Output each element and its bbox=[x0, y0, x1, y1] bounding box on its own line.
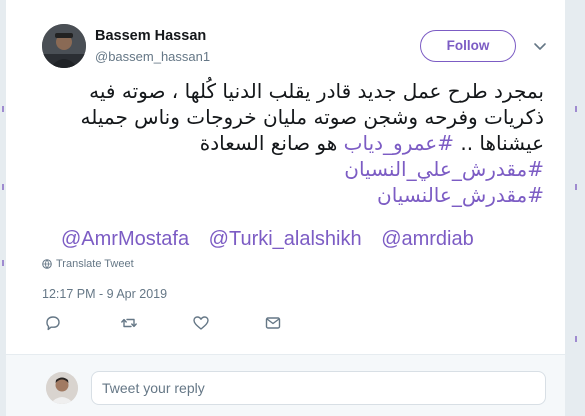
tweet-text-fragment: عيشناها .. bbox=[460, 131, 544, 155]
reply-icon[interactable] bbox=[44, 314, 62, 332]
backdrop-mark bbox=[2, 106, 4, 112]
translate-tweet[interactable]: Translate Tweet bbox=[42, 258, 134, 270]
globe-icon bbox=[42, 259, 52, 269]
hashtag-link[interactable]: #مقدرش_علي_النسيان bbox=[26, 156, 544, 182]
translate-label: Translate Tweet bbox=[56, 258, 134, 270]
tweet-text-fragment: هو صانع السعادة bbox=[199, 131, 338, 155]
user-avatar-icon bbox=[42, 24, 86, 68]
reply-input[interactable] bbox=[91, 371, 546, 405]
chevron-down-icon[interactable] bbox=[532, 38, 548, 54]
right-backdrop bbox=[565, 0, 585, 416]
retweet-icon[interactable] bbox=[120, 314, 138, 332]
message-icon[interactable] bbox=[264, 314, 282, 332]
tweet-text-line: ذكريات وفرحه وشجن صوته مليان خروجات وناس… bbox=[80, 105, 544, 129]
tweet-timestamp[interactable]: 12:17 PM - 9 Apr 2019 bbox=[42, 287, 167, 301]
mention-link[interactable]: @Turki_alalshikh bbox=[209, 228, 362, 250]
author-avatar[interactable] bbox=[42, 24, 86, 68]
tweet-card: Bassem Hassan @bassem_hassan1 Follow بمج… bbox=[6, 0, 565, 416]
author-name[interactable]: Bassem Hassan bbox=[95, 28, 206, 44]
backdrop-mark bbox=[575, 336, 577, 342]
hashtag-link[interactable]: #مقدرش_عالنسيان bbox=[26, 182, 544, 208]
backdrop-mark bbox=[575, 106, 577, 112]
backdrop-mark bbox=[2, 260, 4, 266]
mentions-line: @AmrMostafa @Turki_alalshikh @amrdiab bbox=[61, 228, 488, 251]
current-user-avatar[interactable] bbox=[46, 372, 78, 404]
mention-link[interactable]: @amrdiab bbox=[381, 228, 474, 250]
tweet-text-line: بمجرد طرح عمل جديد قادر يقلب الدنيا كُله… bbox=[89, 79, 544, 103]
user-avatar-icon bbox=[46, 372, 78, 404]
tweet-text-line: عيشناها .. #عمرو_دياب هو صانع السعادة bbox=[26, 130, 544, 156]
like-icon[interactable] bbox=[192, 314, 210, 332]
backdrop-mark bbox=[575, 184, 577, 190]
mention-link[interactable]: @AmrMostafa bbox=[61, 228, 189, 250]
follow-button[interactable]: Follow bbox=[420, 30, 516, 62]
backdrop-mark bbox=[2, 184, 4, 190]
author-handle[interactable]: @bassem_hassan1 bbox=[95, 49, 210, 64]
hashtag-link[interactable]: #عمرو_دياب bbox=[344, 131, 454, 155]
tweet-text: بمجرد طرح عمل جديد قادر يقلب الدنيا كُله… bbox=[26, 78, 544, 208]
